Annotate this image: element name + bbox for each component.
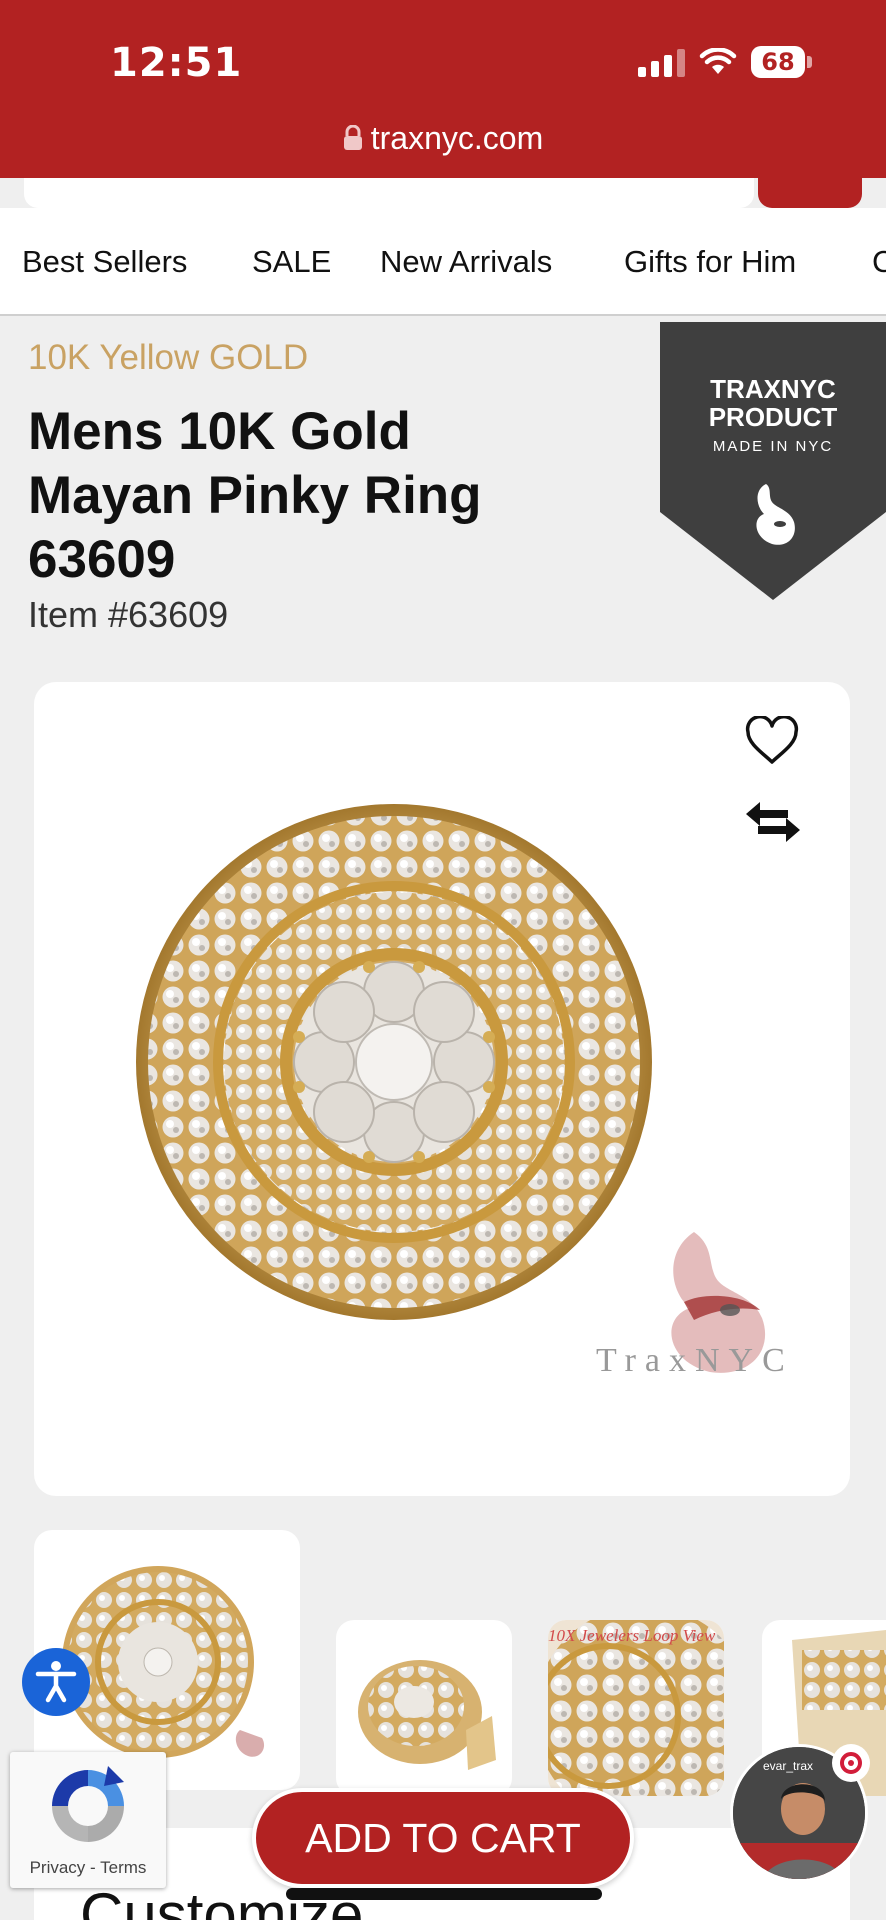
status-time: 12:51	[110, 40, 243, 86]
home-indicator	[286, 1888, 602, 1900]
accessibility-button[interactable]	[22, 1648, 90, 1716]
nav-item-sale[interactable]: SALE	[252, 244, 331, 280]
badge-title: TRAXNYC PRODUCT	[708, 374, 838, 432]
lock-icon	[343, 122, 363, 159]
url-bar[interactable]: traxnyc.com	[0, 120, 886, 159]
product-title: Mens 10K Gold Mayan Pinky Ring 63609	[28, 402, 482, 589]
watermark-text: TraxNYC	[596, 1342, 794, 1379]
nav-item-best-sellers[interactable]: Best Sellers	[22, 244, 187, 280]
search-button[interactable]	[758, 178, 862, 208]
battery-icon: 68	[751, 46, 812, 78]
recaptcha-badge[interactable]: Privacy - Terms	[10, 1752, 166, 1888]
url-text: traxnyc.com	[370, 120, 544, 156]
item-number: Item #63609	[28, 594, 229, 635]
nav-item-new-arrivals[interactable]: New Arrivals	[380, 244, 552, 280]
privacy-link[interactable]: Privacy	[30, 1858, 86, 1877]
add-to-cart-button[interactable]: ADD TO CART	[252, 1788, 634, 1888]
video-caption: evar_trax	[763, 1759, 814, 1773]
traxnyc-logo-icon	[742, 478, 806, 554]
metal-type: 10K Yellow GOLD	[28, 338, 309, 377]
signal-icon	[638, 47, 685, 77]
recaptcha-links: Privacy - Terms	[29, 1858, 147, 1877]
nav-item-more[interactable]: C	[872, 244, 886, 280]
battery-level: 68	[751, 46, 805, 78]
browser-top-bar: 12:51 68 traxnyc.com	[0, 0, 886, 178]
ring-image	[136, 804, 652, 1320]
thumbnail-caption: 10X Jewelers Loop View	[548, 1626, 716, 1645]
category-nav: Best Sellers SALE New Arrivals Gifts for…	[0, 208, 886, 316]
nav-item-gifts-for-him[interactable]: Gifts for Him	[624, 244, 796, 280]
product-page: 12:51 68 traxnyc.com Best Sellers SALE N…	[0, 0, 886, 1920]
badge-subtitle: MADE IN NYC	[712, 438, 834, 455]
thumbnail-3[interactable]: 10X Jewelers Loop View	[548, 1620, 724, 1796]
terms-link[interactable]: Terms	[100, 1858, 146, 1877]
live-record-icon[interactable]	[832, 1744, 870, 1782]
product-image-card[interactable]: TraxNYC	[34, 682, 850, 1496]
accessibility-icon	[35, 1661, 77, 1703]
wifi-icon	[699, 48, 737, 76]
search-input[interactable]	[24, 178, 754, 208]
heart-icon[interactable]	[744, 714, 800, 770]
status-icons: 68	[638, 46, 812, 78]
traxnyc-product-badge	[660, 322, 886, 600]
compare-icon[interactable]	[744, 800, 802, 848]
thumbnail-2[interactable]	[336, 1620, 512, 1796]
recaptcha-icon	[44, 1762, 132, 1854]
